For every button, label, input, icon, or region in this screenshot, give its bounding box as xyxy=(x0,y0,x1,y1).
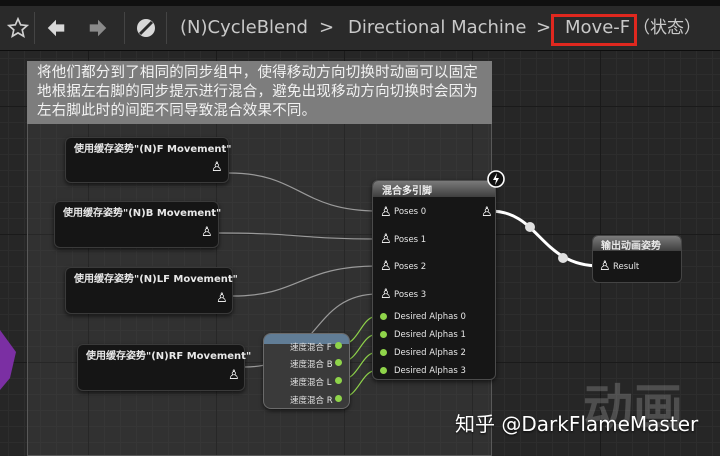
pin-speed-f[interactable]: 速度混合 F xyxy=(290,341,332,353)
pin-poses-1[interactable]: Poses 1 xyxy=(394,235,426,245)
pose-person-icon[interactable]: ♙ xyxy=(211,160,223,175)
output-pose-node[interactable]: 输出动画姿势 ♙ Result xyxy=(592,235,682,283)
pin-poses-0[interactable]: Poses 0 xyxy=(394,207,426,217)
speed-pin-dot[interactable] xyxy=(335,342,342,349)
cached-pose-node-lf[interactable]: 使用缓存姿势"(N)LF Movement" ♙ xyxy=(65,267,238,314)
pose-person-icon[interactable]: ♙ xyxy=(380,259,392,274)
alpha-pin-dot[interactable] xyxy=(380,367,387,374)
blend-multi-node[interactable]: 混合多引脚 ♙ Poses 0 ♙ ♙ Poses 1 ♙ Poses 2 ♙ … xyxy=(372,180,496,380)
pose-person-icon[interactable]: ♙ xyxy=(481,205,493,220)
speed-pin-dot[interactable] xyxy=(335,359,342,366)
pose-person-icon[interactable]: ♙ xyxy=(228,368,240,383)
pin-result[interactable]: Result xyxy=(613,262,639,272)
speed-pin-dot[interactable] xyxy=(335,377,342,384)
pose-person-icon[interactable]: ♙ xyxy=(380,205,392,220)
pin-speed-b[interactable]: 速度混合 B xyxy=(290,358,333,370)
pin-desired-alphas-2[interactable]: Desired Alphas 2 xyxy=(394,348,466,358)
pin-desired-alphas-0[interactable]: Desired Alphas 0 xyxy=(394,312,466,322)
node-title: 输出动画姿势 xyxy=(601,241,661,252)
pin-speed-r[interactable]: 速度混合 R xyxy=(290,394,333,406)
pose-person-icon[interactable]: ♙ xyxy=(599,259,611,274)
pin-poses-2[interactable]: Poses 2 xyxy=(394,262,426,272)
pin-speed-l[interactable]: 速度混合 L xyxy=(290,376,331,388)
speed-blend-node[interactable]: 速度混合 F 速度混合 B 速度混合 L 速度混合 R xyxy=(263,333,350,409)
pin-desired-alphas-3[interactable]: Desired Alphas 3 xyxy=(394,366,466,376)
pose-person-icon[interactable]: ♙ xyxy=(216,291,228,306)
pose-person-icon[interactable]: ♙ xyxy=(201,225,213,240)
node-title: 使用缓存姿势"(N)B Movement" xyxy=(63,208,222,219)
pin-desired-alphas-1[interactable]: Desired Alphas 1 xyxy=(394,330,466,340)
alpha-pin-dot[interactable] xyxy=(380,331,387,338)
cached-pose-node-b[interactable]: 使用缓存姿势"(N)B Movement" ♙ xyxy=(54,201,222,248)
node-title: 使用缓存姿势"(N)RF Movement" xyxy=(86,351,252,362)
offscreen-node-fragment xyxy=(0,330,16,390)
blueprint-editor: (N)CycleBlend > Directional Machine > Mo… xyxy=(0,0,720,456)
pose-person-icon[interactable]: ♙ xyxy=(380,232,392,247)
node-title: 使用缓存姿势"(N)F Movement" xyxy=(74,144,232,155)
node-title: 使用缓存姿势"(N)LF Movement" xyxy=(74,274,238,285)
pose-person-icon[interactable]: ♙ xyxy=(380,287,392,302)
lightning-icon xyxy=(487,170,505,188)
alpha-pin-dot[interactable] xyxy=(380,349,387,356)
cached-pose-node-rf[interactable]: 使用缓存姿势"(N)RF Movement" ♙ xyxy=(77,344,251,391)
cached-pose-node-f[interactable]: 使用缓存姿势"(N)F Movement" ♙ xyxy=(65,137,232,183)
pin-poses-3[interactable]: Poses 3 xyxy=(394,290,426,300)
node-title: 混合多引脚 xyxy=(382,186,432,197)
speed-pin-dot[interactable] xyxy=(335,395,342,402)
alpha-pin-dot[interactable] xyxy=(380,313,387,320)
watermark: 知乎 @DarkFlameMaster xyxy=(455,412,699,436)
